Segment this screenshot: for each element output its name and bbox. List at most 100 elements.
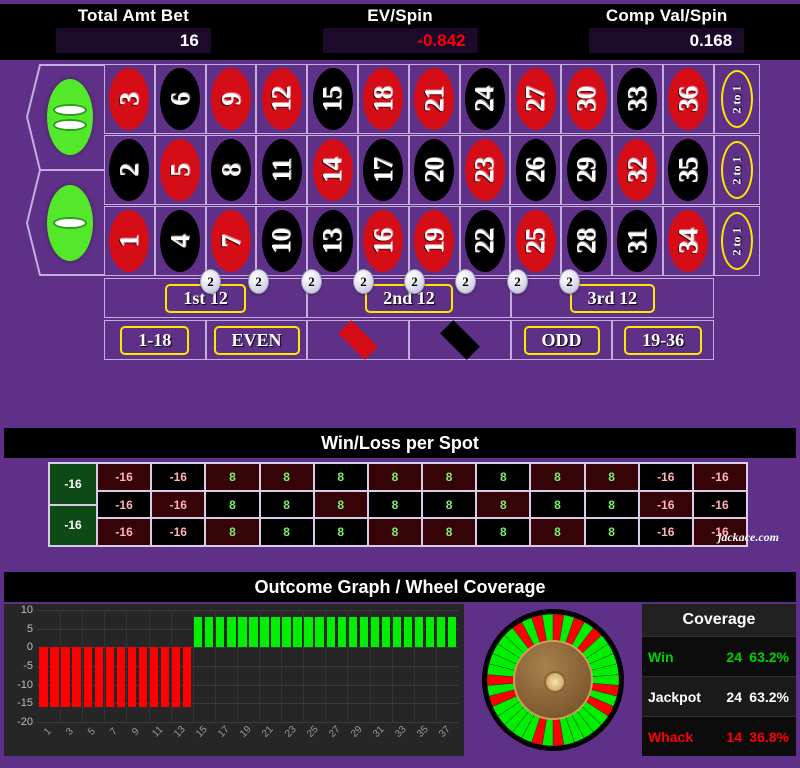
- chart-bar: [39, 647, 48, 708]
- bet-chip[interactable]: 2: [200, 269, 221, 294]
- bet-cell-29[interactable]: 29: [561, 135, 612, 205]
- column-bet-1[interactable]: 2 to 1: [714, 64, 760, 134]
- bet-cell-31[interactable]: 31: [611, 206, 663, 276]
- number-oval: 36: [668, 68, 709, 130]
- winloss-grid: -16 -16 -16 -16 8 8 8 8 8 8 8 8 -16 -16 -16 -16 8 8 8 8 8 8…: [48, 462, 748, 547]
- chart-bar: [437, 617, 446, 648]
- x-slot: [314, 724, 325, 754]
- bet-cell-9[interactable]: 9: [205, 64, 257, 134]
- bet-cell-18[interactable]: 18: [357, 64, 409, 134]
- bet-chip[interactable]: 2: [559, 269, 580, 294]
- bar-slot: [171, 610, 182, 722]
- number-label: 21: [418, 86, 449, 112]
- bar-slot: [226, 610, 237, 722]
- bet-cell-27[interactable]: 27: [510, 64, 562, 134]
- bet-cell-22[interactable]: 22: [459, 206, 511, 276]
- chart-bar: [61, 647, 70, 708]
- bet-chip[interactable]: 2: [507, 269, 528, 294]
- bet-chip[interactable]: 2: [301, 269, 322, 294]
- bet-cell-12[interactable]: 12: [256, 64, 308, 134]
- bet-cell-3[interactable]: 3: [104, 64, 155, 134]
- y-tick-label: 0: [26, 641, 33, 654]
- bet-cell-20[interactable]: 20: [408, 135, 460, 205]
- coverage-label: Win: [648, 648, 674, 665]
- chart-bar: [370, 617, 380, 648]
- number-oval: 7: [210, 210, 251, 272]
- bet-cell-5[interactable]: 5: [154, 135, 206, 205]
- column-bet-3[interactable]: 2 to 1: [714, 206, 760, 276]
- number-row: 1 4 7 10 13 16 19 22 25 28 31 34: [104, 206, 714, 276]
- bet-cell-19[interactable]: 19: [408, 206, 460, 276]
- bet-cell-1[interactable]: 1: [104, 206, 155, 276]
- outside-bet-label: 1-18: [120, 325, 190, 355]
- chart-bar: [171, 647, 181, 708]
- bet-cell-36[interactable]: 36: [662, 64, 714, 134]
- coverage-row-jackpot: Jackpot 24 63.2%: [642, 676, 796, 716]
- bet-cell-4[interactable]: 4: [154, 206, 206, 276]
- number-label: 13: [317, 228, 348, 254]
- stat-value: -0.842: [417, 30, 466, 50]
- bet-cell-30[interactable]: 30: [561, 64, 612, 134]
- bet-cell-23[interactable]: 23: [459, 135, 511, 205]
- bet-cell-0[interactable]: [40, 170, 100, 276]
- coverage-percent: 63.2%: [749, 688, 789, 705]
- column-bet-2[interactable]: 2 to 1: [714, 135, 760, 205]
- chart-bar: [127, 647, 137, 708]
- stat-value-box: 16: [55, 28, 211, 53]
- bet-cell-34[interactable]: 34: [662, 206, 714, 276]
- bet-cell-25[interactable]: 25: [510, 206, 562, 276]
- bet-chip[interactable]: 2: [404, 269, 425, 294]
- winloss-cell: 8: [313, 463, 368, 491]
- bet-cell-8[interactable]: 8: [205, 135, 257, 205]
- winloss-main-grid: -16 -16 8 8 8 8 8 8 8 8 -16 -16 -16 -16 8 8 8 8 8 8 8 8 -16 -16…: [97, 463, 748, 547]
- bet-cell-00[interactable]: [40, 64, 100, 170]
- bar-slot: [369, 610, 380, 722]
- bet-cell-28[interactable]: 28: [561, 206, 612, 276]
- number-oval: 34: [668, 210, 709, 272]
- bet-cell-17[interactable]: 17: [357, 135, 409, 205]
- winloss-cell: 8: [422, 518, 477, 547]
- number-oval: 16: [363, 210, 404, 272]
- bet-cell-35[interactable]: 35: [662, 135, 714, 205]
- stat-label: Total Amt Bet: [77, 6, 189, 25]
- bet-cell-16[interactable]: 16: [357, 206, 409, 276]
- number-label: 34: [672, 228, 703, 254]
- bet-cell-15[interactable]: 15: [307, 64, 358, 134]
- bet-cell-11[interactable]: 11: [256, 135, 308, 205]
- bet-chip[interactable]: 2: [248, 269, 269, 294]
- bet-cell-32[interactable]: 32: [611, 135, 663, 205]
- outside-bet-red[interactable]: [307, 320, 410, 360]
- bet-cell-10[interactable]: 10: [256, 206, 308, 276]
- bet-cell-14[interactable]: 14: [307, 135, 358, 205]
- bet-cell-26[interactable]: 26: [510, 135, 562, 205]
- outside-bet-1-18[interactable]: 1-18: [104, 320, 206, 360]
- plot-area: [38, 610, 458, 723]
- x-axis: 1 3 5 7 9 11 13 15 17 19 21 23 25 27 29 31 33 35 37: [38, 724, 458, 754]
- bet-chip[interactable]: 2: [455, 269, 476, 294]
- bet-cell-13[interactable]: 13: [307, 206, 358, 276]
- bet-chip[interactable]: 2: [353, 269, 374, 294]
- winloss-cell: 8: [476, 463, 531, 491]
- chart-bar: [315, 617, 324, 648]
- x-slot: [447, 724, 458, 754]
- x-slot: [226, 724, 237, 754]
- outcome-body: 10 5 0 -5 -10 -15 -20 1 3 5 7 9 11 13 15 17 19 21 23 25 27 2…: [4, 604, 796, 756]
- bet-cell-24[interactable]: 24: [459, 64, 511, 134]
- chart-bar: [205, 617, 214, 648]
- bet-cell-6[interactable]: 6: [154, 64, 206, 134]
- outside-bet-black[interactable]: [409, 320, 511, 360]
- outcome-bar-chart: 10 5 0 -5 -10 -15 -20 1 3 5 7 9 11 13 15 17 19 21 23 25 27 2…: [4, 604, 464, 756]
- bet-cell-33[interactable]: 33: [611, 64, 663, 134]
- bet-cell-7[interactable]: 7: [205, 206, 257, 276]
- outside-bets-row: 1-18 EVEN ODD 19-36: [104, 320, 715, 360]
- outside-bet-odd[interactable]: ODD: [510, 320, 613, 360]
- chart-bar: [83, 647, 92, 708]
- bet-cell-2[interactable]: 2: [104, 135, 155, 205]
- outside-bet-19-36[interactable]: 19-36: [612, 320, 715, 360]
- winloss-cell: -16: [151, 490, 206, 519]
- bet-cell-21[interactable]: 21: [408, 64, 460, 134]
- dozen-bet-3rd-12[interactable]: 3rd 12: [510, 278, 714, 318]
- winloss-cell: 8: [422, 490, 477, 519]
- outside-bet-even[interactable]: EVEN: [205, 320, 308, 360]
- number-oval: 21: [414, 68, 455, 130]
